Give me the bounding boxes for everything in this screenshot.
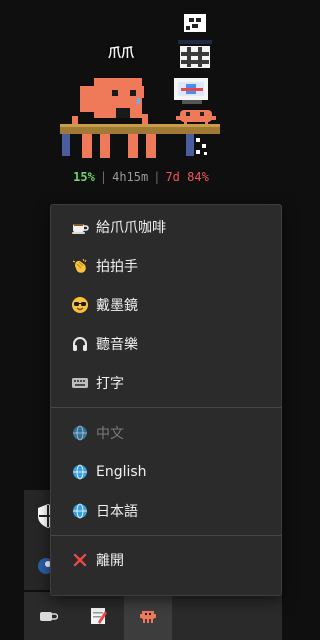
pet-widget[interactable]: 爪爪 15% | 4h15m | 7d 84% — [0, 0, 282, 200]
crab-icon — [176, 110, 216, 126]
menu-item-label: 給爪爪咖啡 — [96, 220, 166, 236]
close-x-icon — [71, 551, 89, 569]
menu-item-label: 打字 — [96, 376, 124, 392]
stat-separator: | — [99, 170, 108, 184]
menu-item-label: 聽音樂 — [96, 337, 138, 353]
stat-days: 7d — [165, 170, 180, 184]
notepad-icon[interactable] — [74, 592, 122, 640]
globe-icon — [71, 502, 89, 520]
stat-percent-left: 15% — [73, 170, 95, 184]
stat-separator: | — [153, 170, 161, 184]
globe-icon — [71, 424, 89, 442]
menu-item-lang-chinese[interactable]: 中文 — [51, 415, 281, 451]
headphones-icon — [71, 335, 89, 353]
menu-item-label: 日本語 — [96, 504, 138, 520]
coffee-icon — [71, 218, 89, 236]
menu-separator — [51, 535, 281, 536]
sunglasses-face-icon — [71, 296, 89, 314]
pet-sprite[interactable] — [72, 78, 148, 130]
menu-item-label: 戴墨鏡 — [96, 298, 138, 314]
menu-item-label: 離開 — [96, 553, 124, 569]
menu-item-lang-japanese[interactable]: 日本語 — [51, 493, 281, 529]
menu-item-clap[interactable]: 拍拍手 — [51, 248, 281, 284]
context-menu: 給爪爪咖啡 拍拍手 戴墨鏡 聽音樂 打字 中文 English 日本語 離開 — [50, 204, 282, 596]
monitor-icon — [174, 78, 208, 104]
pet-scene[interactable] — [0, 0, 282, 168]
sparkle-particles — [196, 138, 207, 155]
menu-item-label: English — [96, 464, 147, 480]
menu-item-give-coffee[interactable]: 給爪爪咖啡 — [51, 209, 281, 245]
taskbar — [24, 592, 282, 640]
stat-duration: 4h15m — [112, 170, 149, 184]
stamp-icon — [184, 14, 206, 32]
menu-item-label: 中文 — [96, 426, 124, 442]
menu-item-sunglasses[interactable]: 戴墨鏡 — [51, 287, 281, 323]
menu-item-typing[interactable]: 打字 — [51, 365, 281, 401]
pet-stats: 15% | 4h15m | 7d 84% — [0, 170, 282, 184]
keyboard-icon — [71, 374, 89, 392]
menu-separator — [51, 407, 281, 408]
stat-percent-right: 84% — [187, 170, 209, 184]
grid-hash-icon — [178, 40, 212, 68]
coffee-cup-icon[interactable] — [24, 592, 72, 640]
clapping-hands-icon — [71, 257, 89, 275]
menu-item-label: 拍拍手 — [96, 259, 138, 275]
pet-icon[interactable] — [124, 592, 172, 640]
menu-item-listen-music[interactable]: 聽音樂 — [51, 326, 281, 362]
globe-icon — [71, 463, 89, 481]
menu-item-exit[interactable]: 離開 — [51, 542, 281, 578]
menu-item-lang-english[interactable]: English — [51, 454, 281, 490]
pet-legs — [82, 134, 156, 158]
